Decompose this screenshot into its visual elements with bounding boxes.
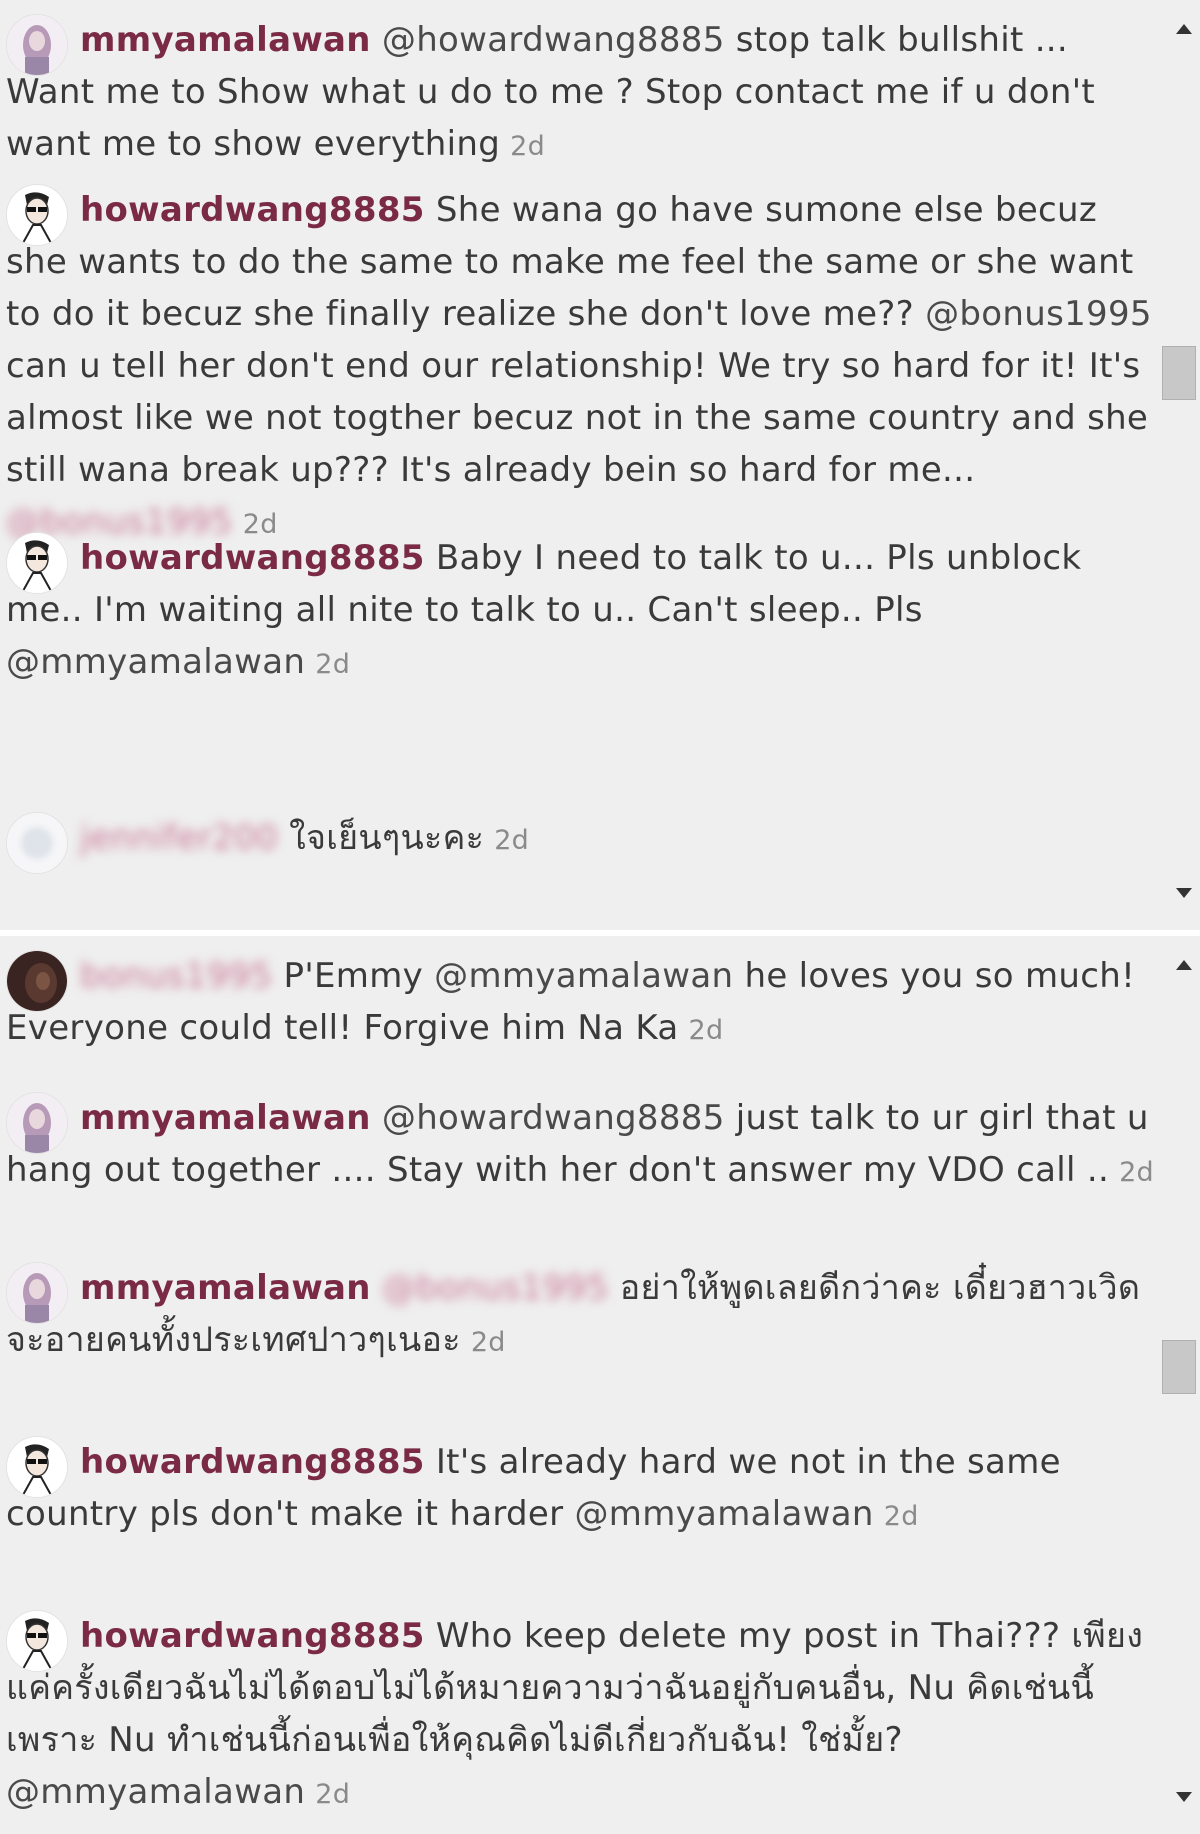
comment-item: mmyamalawan @bonus1995 อย่าให้พูดเลยดีกว… <box>6 1262 1156 1369</box>
timestamp: 2d <box>494 825 530 856</box>
comment-text: bonus1995 P'Emmy @mmyamalawan he loves y… <box>6 950 1156 1057</box>
comment-text: mmyamalawan @howardwang8885 stop talk bu… <box>6 14 1156 173</box>
comment-item: jennifer200 ใจเย็นๆนะคะ 2d <box>6 812 1156 874</box>
comment-body: P'Emmy <box>283 956 435 996</box>
comment-item: mmyamalawan @howardwang8885 just talk to… <box>6 1092 1156 1199</box>
username-link[interactable]: howardwang8885 <box>80 1442 425 1482</box>
scroll-down-icon[interactable] <box>1176 1792 1192 1802</box>
username-link[interactable]: howardwang8885 <box>80 1616 425 1656</box>
username-link[interactable]: howardwang8885 <box>80 190 425 230</box>
comment-item: mmyamalawan @howardwang8885 stop talk bu… <box>6 14 1156 173</box>
avatar-dark-icon[interactable] <box>6 950 68 1012</box>
comments-panel-bottom: bonus1995 P'Emmy @mmyamalawan he loves y… <box>0 936 1200 1834</box>
timestamp: 2d <box>315 649 351 680</box>
mention-link[interactable]: @mmyamalawan <box>6 642 305 682</box>
avatar-howardwang8885-icon[interactable] <box>6 1610 68 1672</box>
timestamp: 2d <box>688 1015 724 1046</box>
comment-body: can u tell her don't end our relationshi… <box>6 346 1149 490</box>
comment-item: bonus1995 P'Emmy @mmyamalawan he loves y… <box>6 950 1156 1057</box>
scroll-up-icon[interactable] <box>1176 24 1192 34</box>
scroll-down-icon[interactable] <box>1176 888 1192 898</box>
comment-text: jennifer200 ใจเย็นๆนะคะ 2d <box>6 812 1156 867</box>
comment-body: ใจเย็นๆนะคะ <box>289 818 485 858</box>
username-link[interactable]: bonus1995 <box>80 956 272 996</box>
mention-link[interactable]: @mmyamalawan <box>6 1772 305 1812</box>
comment-text: howardwang8885 Baby I need to talk to u.… <box>6 532 1156 691</box>
username-link[interactable]: mmyamalawan <box>80 1268 371 1308</box>
comment-item: howardwang8885 Who keep delete my post i… <box>6 1610 1156 1821</box>
avatar-howardwang8885-icon[interactable] <box>6 184 68 246</box>
username-link[interactable]: mmyamalawan <box>80 1098 371 1138</box>
scroll-thumb[interactable] <box>1162 1340 1196 1394</box>
mention-link[interactable]: @mmyamalawan <box>434 956 733 996</box>
timestamp: 2d <box>883 1501 919 1532</box>
avatar-howardwang8885-icon[interactable] <box>6 1436 68 1498</box>
comment-item: howardwang8885 Baby I need to talk to u.… <box>6 532 1156 691</box>
comment-item: howardwang8885 She wana go have sumone e… <box>6 184 1156 551</box>
mention-link[interactable]: @howardwang8885 <box>382 20 725 60</box>
scrollbar[interactable] <box>1160 936 1200 1834</box>
blurred-mention[interactable]: @bonus1995 <box>382 1268 609 1308</box>
comment-text: howardwang8885 She wana go have sumone e… <box>6 184 1156 551</box>
timestamp: 2d <box>1119 1157 1154 1188</box>
avatar-mmyamalawan-icon[interactable] <box>6 1262 68 1324</box>
timestamp: 2d <box>470 1327 506 1358</box>
avatar-mmyamalawan-icon[interactable] <box>6 1092 68 1154</box>
comments-panel-top: mmyamalawan @howardwang8885 stop talk bu… <box>0 0 1200 930</box>
comment-text: howardwang8885 It's already hard we not … <box>6 1436 1156 1543</box>
timestamp: 2d <box>315 1779 351 1810</box>
comment-item: howardwang8885 It's already hard we not … <box>6 1436 1156 1543</box>
scrollbar[interactable] <box>1160 0 1200 930</box>
comment-text: howardwang8885 Who keep delete my post i… <box>6 1610 1156 1821</box>
mention-link[interactable]: @howardwang8885 <box>382 1098 725 1138</box>
avatar-mmyamalawan-icon[interactable] <box>6 14 68 76</box>
mention-link[interactable]: @bonus1995 <box>925 294 1152 334</box>
avatar-howardwang8885-icon[interactable] <box>6 532 68 594</box>
timestamp: 2d <box>510 131 546 162</box>
username-link[interactable]: mmyamalawan <box>80 20 371 60</box>
scroll-thumb[interactable] <box>1162 346 1196 400</box>
mention-link[interactable]: @mmyamalawan <box>575 1494 874 1534</box>
scroll-up-icon[interactable] <box>1176 960 1192 970</box>
avatar-blurred-icon[interactable] <box>6 812 68 874</box>
comment-text: mmyamalawan @howardwang8885 just talk to… <box>6 1092 1156 1199</box>
comment-text: mmyamalawan @bonus1995 อย่าให้พูดเลยดีกว… <box>6 1262 1156 1369</box>
username-link[interactable]: howardwang8885 <box>80 538 425 578</box>
username-link[interactable]: jennifer200 <box>80 818 278 858</box>
